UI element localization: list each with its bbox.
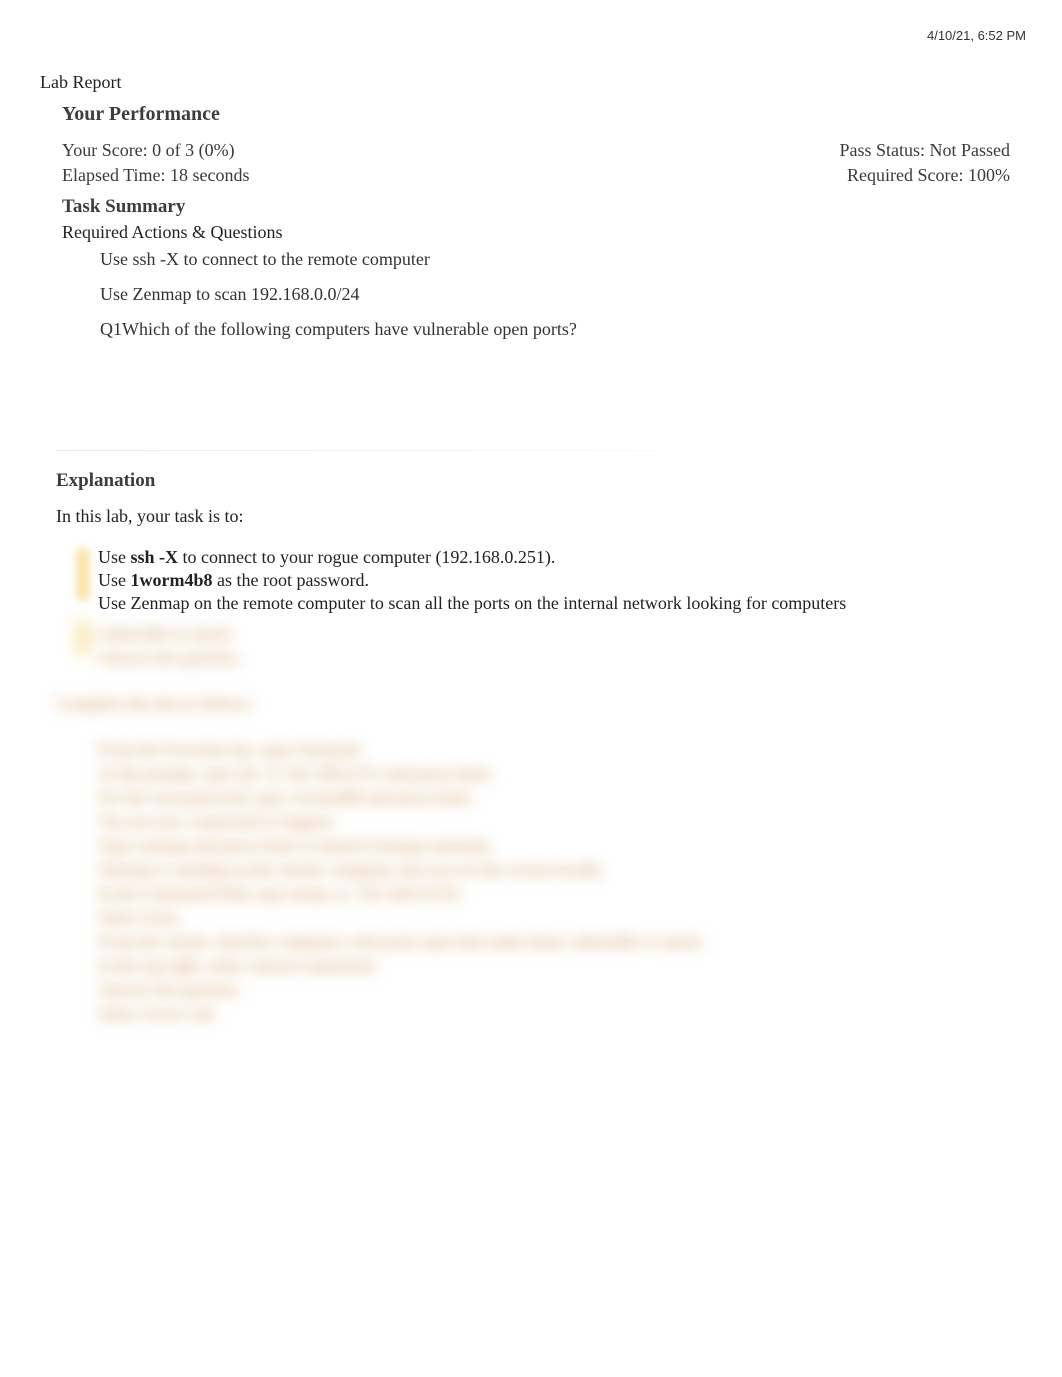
blurred-line: In the Command field, type nmap -p- 192.… — [98, 884, 994, 904]
explanation-bullet: Use Zenmap on the remote computer to sca… — [98, 593, 994, 614]
explanation-heading: Explanation — [56, 470, 994, 492]
doc-title: Lab Report — [40, 72, 1010, 93]
task-summary-heading: Task Summary — [62, 196, 1010, 218]
explanation-bullets: Use ssh -X to connect to your rogue comp… — [98, 547, 994, 614]
explanation-bullet: Use ssh -X to connect to your rogue comp… — [98, 547, 994, 568]
required-actions-subheading: Required Actions & Questions — [62, 222, 1010, 243]
action-item: Use Zenmap to scan 192.168.0.0/24 — [100, 284, 1010, 305]
bullet-marker-icon — [76, 547, 90, 601]
text-fragment: Use — [98, 547, 131, 567]
text-bold: 1worm4b8 — [131, 570, 213, 590]
text-fragment: to connect to your rogue computer (192.1… — [178, 547, 555, 567]
blurred-line: From the results, find the computers wit… — [98, 932, 994, 952]
blurred-line: Type zenmap and press Enter to launch Ze… — [98, 836, 994, 856]
blurred-line: For the root password, type 1worm4b8 and… — [98, 788, 994, 808]
bullet-marker-icon — [76, 620, 90, 656]
text-bold: ssh -X — [131, 547, 179, 567]
blurred-line: Complete this lab as follows: — [56, 694, 994, 714]
performance-grid: Your Score: 0 of 3 (0%) Pass Status: Not… — [62, 140, 1010, 186]
text-fragment: as the root password. — [213, 570, 369, 590]
explanation-section: Explanation In this lab, your task is to… — [56, 450, 994, 1024]
blurred-line: vulnerable to attack — [98, 624, 994, 644]
action-list: Use ssh -X to connect to the remote comp… — [100, 249, 1010, 340]
blurred-line: Zenmap is running on the remote computer… — [98, 860, 994, 880]
print-timestamp: 4/10/21, 6:52 PM — [927, 28, 1026, 43]
blurred-line: You are now connected to Support. — [98, 812, 994, 832]
action-item: Q1Which of the following computers have … — [100, 319, 1010, 340]
explanation-intro: In this lab, your task is to: — [56, 506, 994, 527]
blurred-line: Select Scan. — [98, 908, 994, 928]
blurred-line: From the Favorites bar, open Terminal. — [98, 740, 994, 760]
page-content: Lab Report Your Performance Your Score: … — [0, 0, 1062, 1024]
blurred-line: In the top right, select Answer Question… — [98, 956, 994, 976]
blurred-line: Answer the question. — [98, 980, 994, 1000]
blurred-line: Select Score Lab. — [98, 1004, 994, 1024]
explanation-bullet: Use 1worm4b8 as the root password. — [98, 570, 994, 591]
text-fragment: Use — [98, 570, 131, 590]
blurred-line: Answer the question — [98, 648, 994, 668]
elapsed-time-label: Elapsed Time: 18 seconds — [62, 165, 250, 186]
performance-heading: Your Performance — [62, 103, 1010, 126]
score-label: Your Score: 0 of 3 (0%) — [62, 140, 235, 161]
blurred-line: At the prompt, type ssh -X 192.168.0.251… — [98, 764, 994, 784]
blurred-content: vulnerable to attack Answer the question… — [56, 620, 994, 1024]
pass-status-label: Pass Status: Not Passed — [839, 140, 1010, 161]
action-item: Use ssh -X to connect to the remote comp… — [100, 249, 1010, 270]
required-score-label: Required Score: 100% — [847, 165, 1010, 186]
